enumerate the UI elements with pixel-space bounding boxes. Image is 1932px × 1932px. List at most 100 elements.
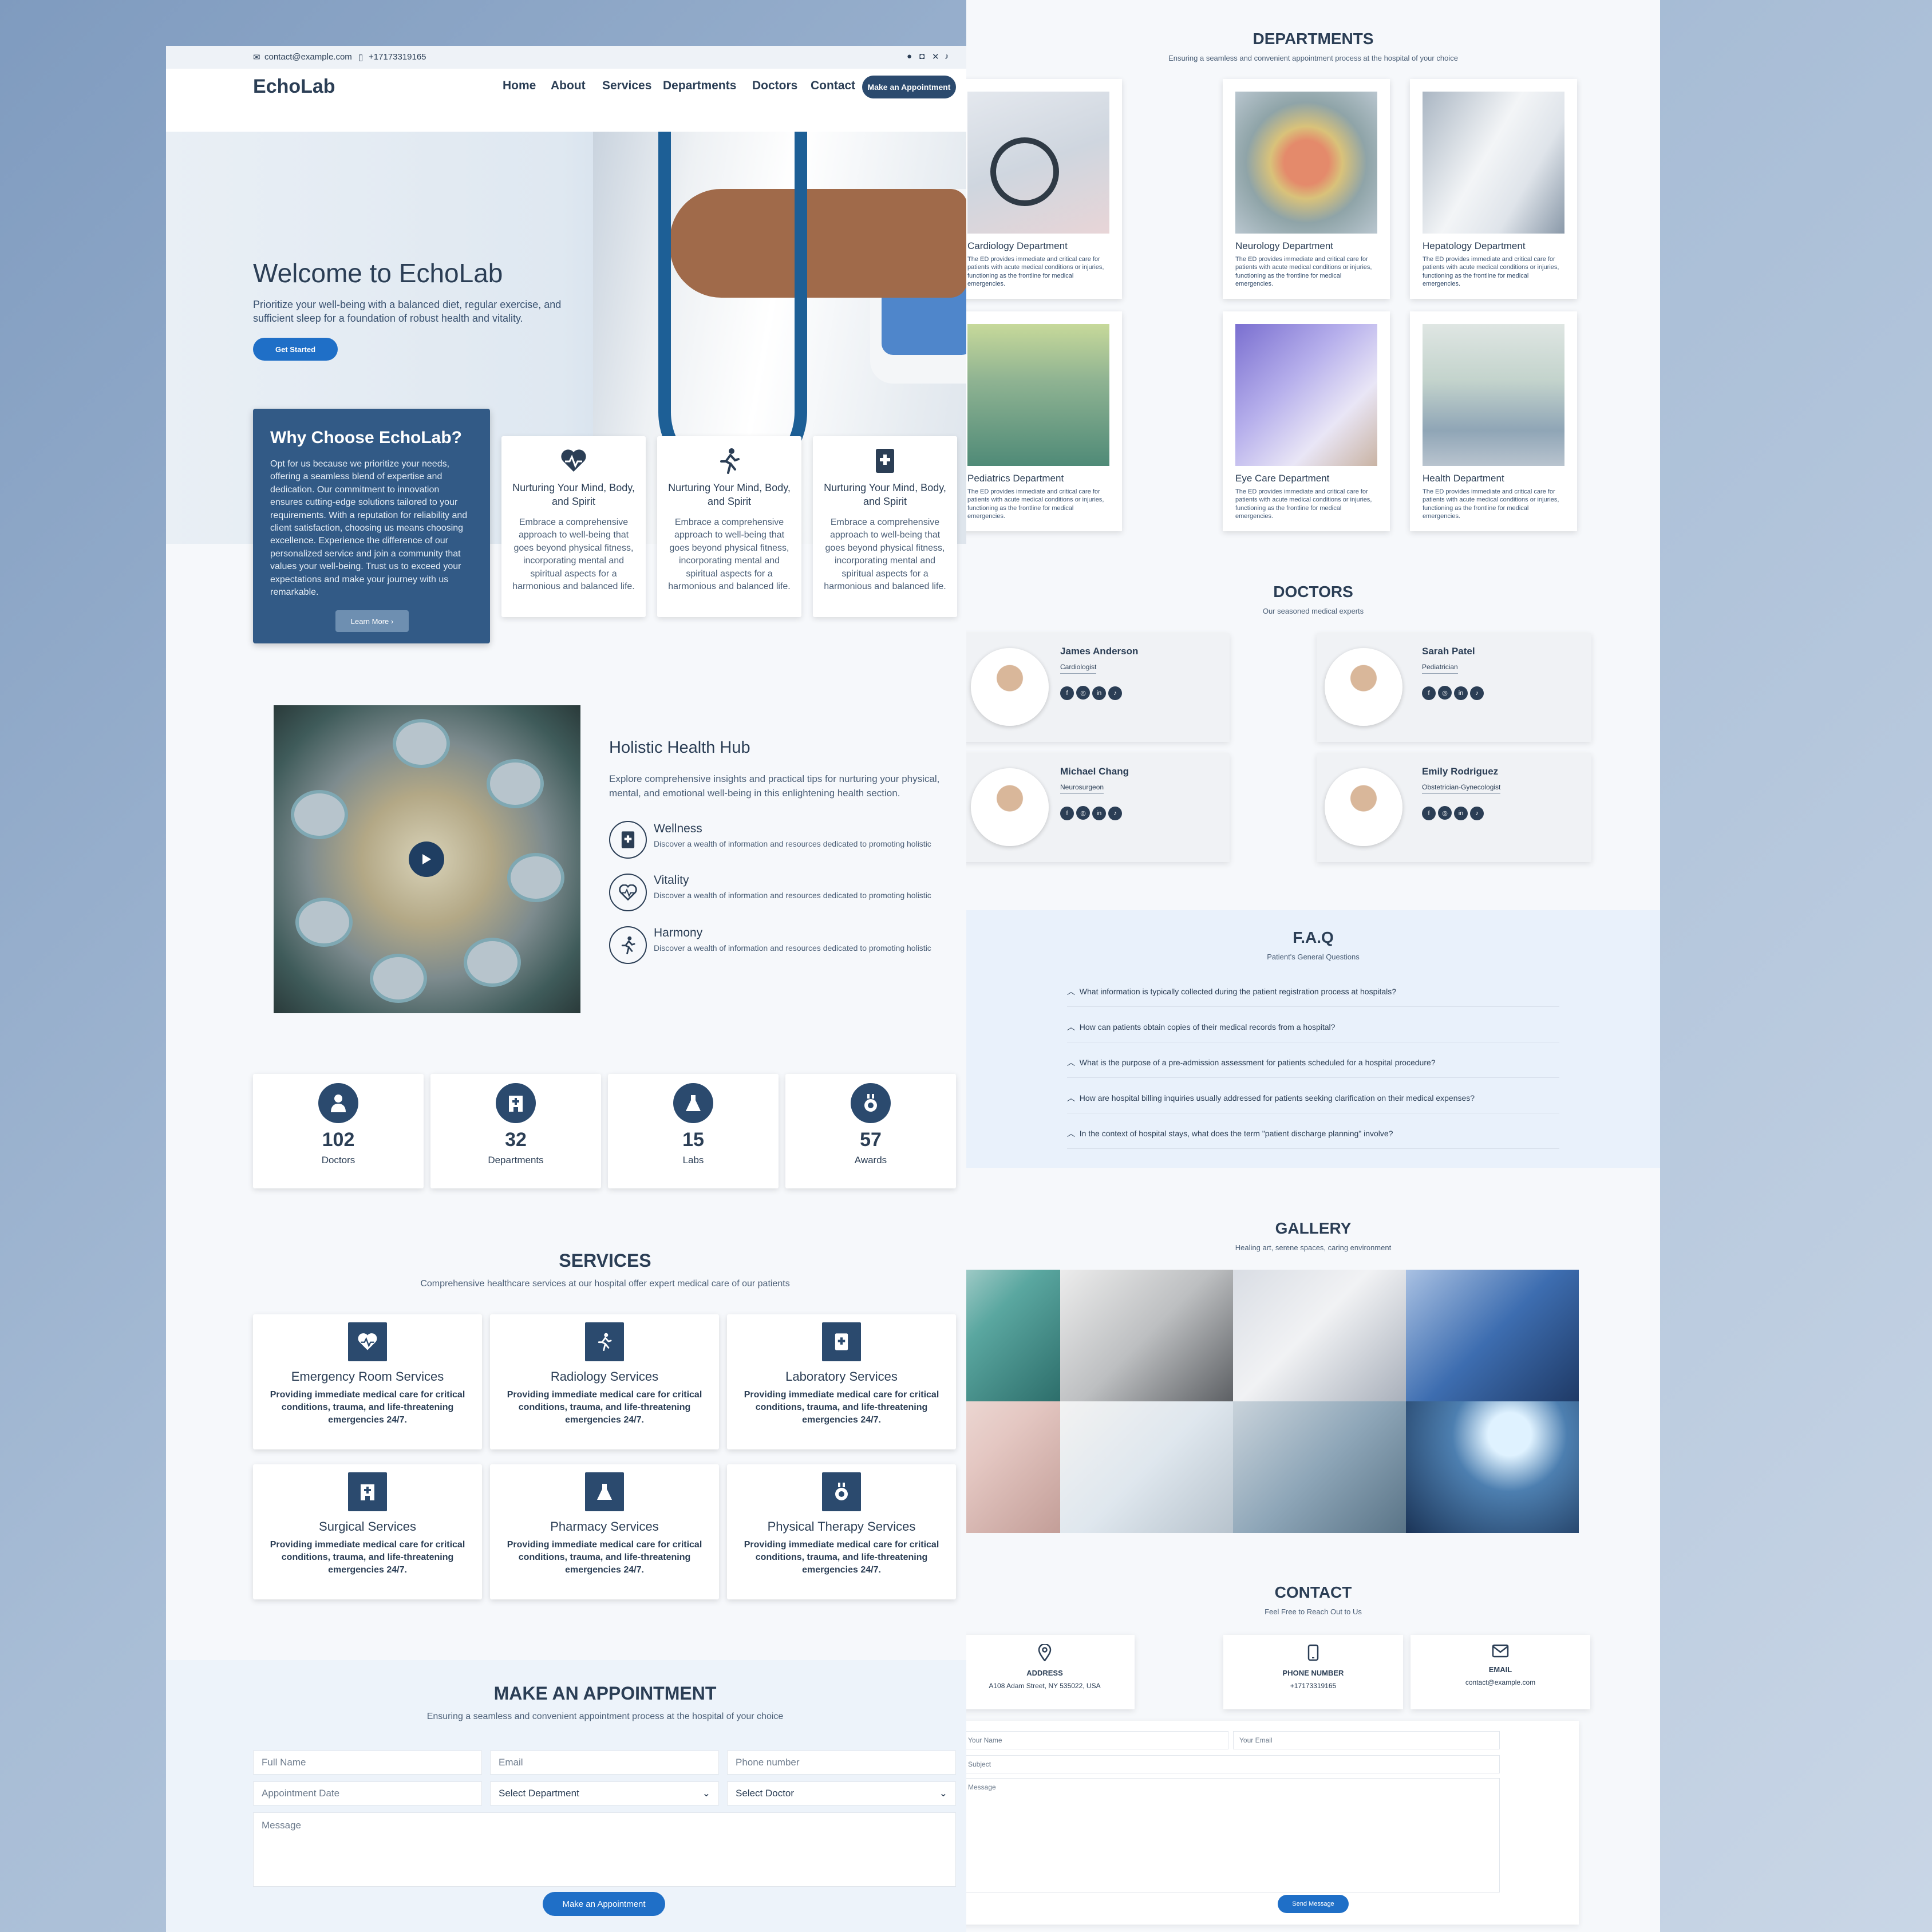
topbar-phone[interactable]: +17173319165 [369, 52, 426, 62]
faq-question-text: What information is typically collected … [1079, 987, 1397, 996]
stat-card-doctors: 102 Doctors [253, 1074, 424, 1188]
service-card[interactable]: Surgical Services Providing immediate me… [253, 1464, 482, 1599]
facebook-icon[interactable]: f [1422, 806, 1436, 820]
full-name-input[interactable]: Full Name [253, 1751, 482, 1775]
x-twitter-icon[interactable]: ✕ [932, 52, 939, 62]
message-textarea[interactable]: Message [253, 1812, 956, 1887]
department-card[interactable]: Hepatology Department The ED provides im… [1410, 79, 1577, 299]
service-card[interactable]: Radiology Services Providing immediate m… [490, 1314, 719, 1449]
gallery-image[interactable] [1060, 1401, 1233, 1533]
department-card[interactable]: Eye Care Department The ED provides imme… [1223, 311, 1390, 531]
facebook-icon[interactable]: ● [907, 52, 912, 61]
facebook-icon[interactable]: f [1060, 686, 1074, 700]
service-text: Providing immediate medical care for cri… [744, 1540, 939, 1575]
doctor-name: Michael Chang [1060, 766, 1129, 777]
instagram-icon[interactable]: ◎ [1438, 686, 1452, 700]
department-title: Pediatrics Department [967, 473, 1064, 484]
tiktok-icon[interactable]: ♪ [1108, 686, 1122, 700]
why-title: Why Choose EchoLab? [270, 428, 463, 447]
tiktok-icon[interactable]: ♪ [945, 52, 949, 61]
nav-contact[interactable]: Contact [811, 79, 855, 93]
contact-card-title: ADDRESS [1026, 1669, 1063, 1677]
learn-more-button[interactable]: Learn More › [335, 610, 409, 632]
subject-input[interactable]: Subject [966, 1755, 1500, 1773]
nav-appointment-button[interactable]: Make an Appointment [862, 76, 956, 98]
faq-question[interactable]: ︿ In the context of hospital stays, what… [1067, 1128, 1559, 1149]
make-appointment-submit-button[interactable]: Make an Appointment [543, 1892, 665, 1916]
tiktok-icon[interactable]: ♪ [1108, 806, 1122, 820]
faq-question[interactable]: ︿ How can patients obtain copies of thei… [1067, 1021, 1559, 1042]
department-text: The ED provides immediate and critical c… [1235, 256, 1372, 288]
instagram-icon[interactable]: ◎ [1076, 806, 1090, 820]
instagram-icon[interactable]: ◘ [919, 52, 924, 61]
service-card[interactable]: Pharmacy Services Providing immediate me… [490, 1464, 719, 1599]
send-message-button[interactable]: Send Message [1278, 1895, 1349, 1913]
faq-question[interactable]: ︿ What information is typically collecte… [1067, 986, 1559, 1007]
linkedin-icon[interactable]: in [1454, 806, 1468, 820]
department-text: The ED provides immediate and critical c… [1423, 488, 1559, 520]
feature-card: Nurturing Your Mind, Body, and Spirit Em… [657, 436, 801, 617]
gallery-image[interactable] [966, 1401, 1060, 1533]
doctor-card[interactable]: James Anderson Cardiologist f ◎ in ♪ [966, 633, 1230, 742]
linkedin-icon[interactable]: in [1454, 686, 1468, 700]
nav-doctors[interactable]: Doctors [752, 79, 797, 93]
nav-home[interactable]: Home [503, 79, 536, 93]
contact-card-email: EMAIL contact@example.com [1411, 1635, 1590, 1709]
services-subtitle: Comprehensive healthcare services at our… [420, 1279, 790, 1289]
nav-departments[interactable]: Departments [663, 79, 736, 93]
contact-title: CONTACT [1274, 1583, 1352, 1601]
service-card[interactable]: Physical Therapy Services Providing imme… [727, 1464, 956, 1599]
get-started-button[interactable]: Get Started [253, 338, 338, 361]
feature-text: Embrace a comprehensive approach to well… [668, 517, 791, 592]
gallery-image[interactable] [966, 1270, 1060, 1401]
your-name-input[interactable]: Your Name [966, 1731, 1228, 1749]
doctor-card[interactable]: Emily Rodriguez Obstetrician-Gynecologis… [1317, 753, 1591, 862]
gallery-image[interactable] [1060, 1270, 1233, 1401]
gallery-image[interactable] [1233, 1401, 1406, 1533]
doctor-select[interactable]: Select Doctor ⌄ [727, 1781, 956, 1805]
nav-about[interactable]: About [551, 79, 586, 93]
facebook-icon[interactable]: f [1422, 686, 1436, 700]
facebook-icon[interactable]: f [1060, 806, 1074, 820]
your-email-input[interactable]: Your Email [1233, 1731, 1500, 1749]
surgeon-figure [487, 759, 544, 808]
department-card[interactable]: Pediatrics Department The ED provides im… [966, 311, 1122, 531]
doctor-name: James Anderson [1060, 646, 1139, 657]
service-title: Physical Therapy Services [767, 1519, 916, 1534]
linkedin-icon[interactable]: in [1092, 806, 1106, 820]
play-icon[interactable] [409, 841, 444, 877]
faq-question[interactable]: ︿ What is the purpose of a pre-admission… [1067, 1057, 1559, 1078]
instagram-icon[interactable]: ◎ [1076, 686, 1090, 700]
faq-question[interactable]: ︿ How are hospital billing inquiries usu… [1067, 1092, 1559, 1113]
stat-card-labs: 15 Labs [608, 1074, 779, 1188]
service-title: Surgical Services [319, 1519, 416, 1534]
contact-message-textarea[interactable]: Message [966, 1778, 1500, 1893]
instagram-icon[interactable]: ◎ [1438, 806, 1452, 820]
chevron-up-icon: ︿ [1067, 1022, 1080, 1032]
service-card[interactable]: Laboratory Services Providing immediate … [727, 1314, 956, 1449]
department-card[interactable]: Cardiology Department The ED provides im… [966, 79, 1122, 299]
topbar-email[interactable]: contact@example.com [264, 52, 352, 62]
surgeon-figure [393, 719, 450, 768]
department-image [1423, 324, 1564, 466]
tiktok-icon[interactable]: ♪ [1470, 686, 1484, 700]
gallery-image[interactable] [1233, 1270, 1406, 1401]
doctor-card[interactable]: Michael Chang Neurosurgeon f ◎ in ♪ [966, 753, 1230, 862]
department-select[interactable]: Select Department ⌄ [490, 1781, 719, 1805]
gallery-image[interactable] [1406, 1401, 1579, 1533]
why-choose-card: Why Choose EchoLab? Opt for us because w… [253, 409, 490, 643]
gallery-image[interactable] [1406, 1270, 1579, 1401]
service-card[interactable]: Emergency Room Services Providing immedi… [253, 1314, 482, 1449]
gallery-title: GALLERY [1275, 1219, 1352, 1237]
brand-logo[interactable]: EchoLab [253, 76, 335, 98]
services-title: SERVICES [559, 1250, 651, 1271]
linkedin-icon[interactable]: in [1092, 686, 1106, 700]
nav-services[interactable]: Services [602, 79, 651, 93]
appointment-date-input[interactable]: Appointment Date [253, 1781, 482, 1805]
email-input[interactable]: Email [490, 1751, 719, 1775]
tiktok-icon[interactable]: ♪ [1470, 806, 1484, 820]
department-card[interactable]: Health Department The ED provides immedi… [1410, 311, 1577, 531]
doctor-card[interactable]: Sarah Patel Pediatrician f ◎ in ♪ [1317, 633, 1591, 742]
phone-input[interactable]: Phone number [727, 1751, 956, 1775]
department-card[interactable]: Neurology Department The ED provides imm… [1223, 79, 1390, 299]
